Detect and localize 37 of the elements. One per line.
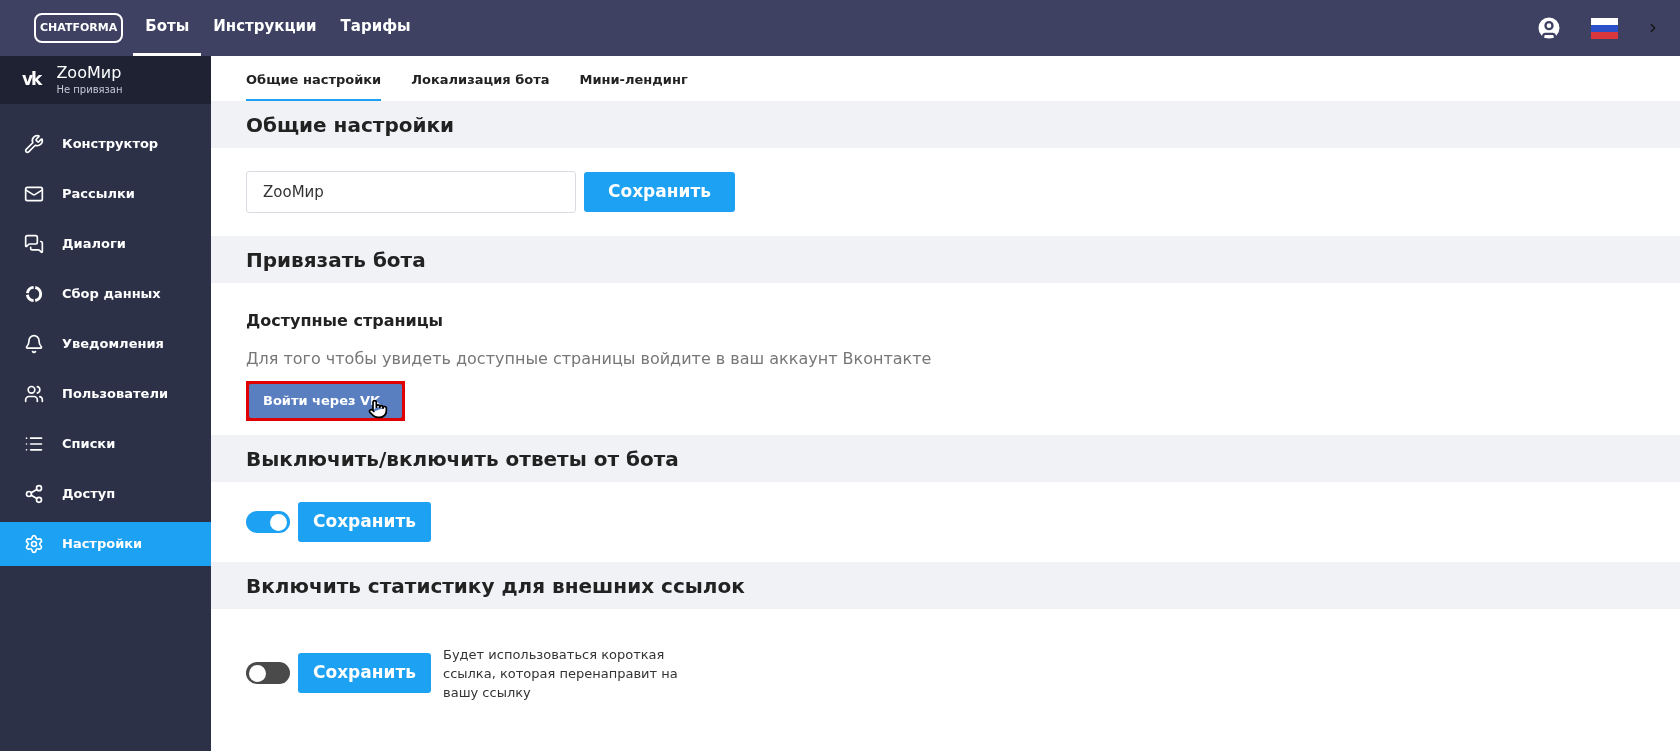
chat-bubbles-icon [24,234,44,254]
sidebar-item[interactable]: Пользователи [0,372,211,416]
tab[interactable]: Мини-лендинг [579,69,688,101]
envelope-icon [24,184,44,204]
settings-icon [24,534,44,554]
section-header: Общие настройки [211,101,1680,148]
section-header: Выключить/включить ответы от бота [211,435,1680,482]
nav-link[interactable]: Тарифы [328,0,423,56]
sidebar-item[interactable]: Конструктор [0,122,211,166]
flag-icon[interactable] [1591,17,1618,39]
bell-icon [24,334,44,354]
sidebar-item[interactable]: Доступ [0,472,211,516]
account-name: ZooМир [56,63,123,82]
sidebar-item[interactable]: Сбор данных [0,272,211,316]
sidebar-item[interactable]: Списки [0,422,211,466]
subsection-title: Доступные страницы [246,310,445,332]
section-header: Привязать бота [211,236,1680,283]
list-icon [24,434,44,454]
account-icon[interactable] [1535,14,1563,42]
toggle-switch[interactable] [246,662,290,684]
ring-icon [24,284,44,304]
hint-text: Для того чтобы увидеть доступные страницы войдите в ваш аккаунт Вконтакте [246,348,933,370]
sidebar-item[interactable]: Уведомления [0,322,211,366]
sidebar-item[interactable]: Диалоги [0,222,211,266]
users-icon [24,384,44,404]
wrench-icon [24,134,44,154]
toggle-switch[interactable] [246,511,290,533]
note-text: Будет использоваться короткая ссылка, которая перенаправит на вашу ссылку [443,645,679,702]
share-icon [24,484,44,504]
account-status: Не привязан [56,82,123,97]
tab[interactable]: Локализация бота [411,69,550,101]
bot-name-field[interactable]: ZooМир [246,171,576,213]
logo: CHATFORMA [34,13,124,43]
sidebar-item[interactable]: Рассылки [0,172,211,216]
nav-link[interactable]: Инструкции [201,0,329,56]
vk-logo-icon: vk [22,67,41,93]
section-header: Включить статистику для внешних ссылок [211,562,1680,609]
